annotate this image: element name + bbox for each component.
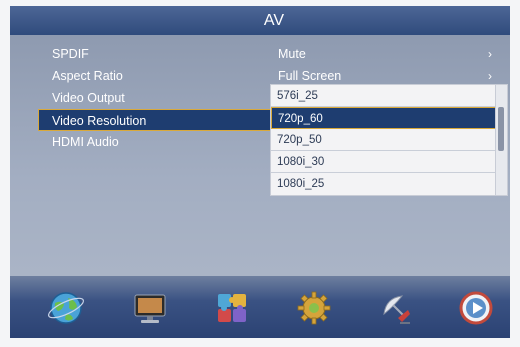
page-title: AV: [263, 12, 285, 29]
gear-icon[interactable]: [292, 286, 336, 330]
menu-item-label: SPDIF: [52, 47, 89, 61]
dropdown-scrollbar[interactable]: [495, 85, 507, 195]
puzzle-icon[interactable]: [210, 286, 254, 330]
media-play-icon[interactable]: [454, 286, 498, 330]
globe-icon[interactable]: [44, 286, 88, 330]
menu-item-video-resolution[interactable]: Video Resolution: [38, 109, 286, 131]
menu-item-value: Mute: [278, 47, 306, 61]
dropdown-option[interactable]: 1080i_25: [271, 173, 497, 195]
title-bar: AV: [10, 6, 510, 35]
chevron-right-icon: ›: [488, 47, 492, 61]
menu-item-label: HDMI Audio: [52, 135, 119, 149]
menu-item-spdif[interactable]: SPDIF Mute ›: [10, 43, 510, 65]
av-settings-screen: AV SPDIF Mute › Aspect Ratio Full Screen…: [10, 6, 510, 338]
resolution-dropdown-list[interactable]: 576i_25 720p_60 720p_50 1080i_30 1080i_2…: [270, 84, 508, 196]
menu-item-label: Video Output: [52, 91, 125, 105]
bottom-nav-bar: [10, 276, 510, 338]
dropdown-option-selected[interactable]: 720p_60: [271, 107, 497, 129]
menu-item-label: Video Resolution: [52, 114, 147, 128]
dropdown-option[interactable]: 1080i_30: [271, 151, 497, 173]
dropdown-option[interactable]: 576i_25: [271, 85, 497, 107]
menu-item-label: Aspect Ratio: [52, 69, 123, 83]
scrollbar-thumb[interactable]: [498, 107, 504, 151]
satellite-dish-icon[interactable]: [374, 286, 418, 330]
dropdown-option[interactable]: 720p_50: [271, 129, 497, 151]
tv-monitor-icon[interactable]: [128, 286, 172, 330]
